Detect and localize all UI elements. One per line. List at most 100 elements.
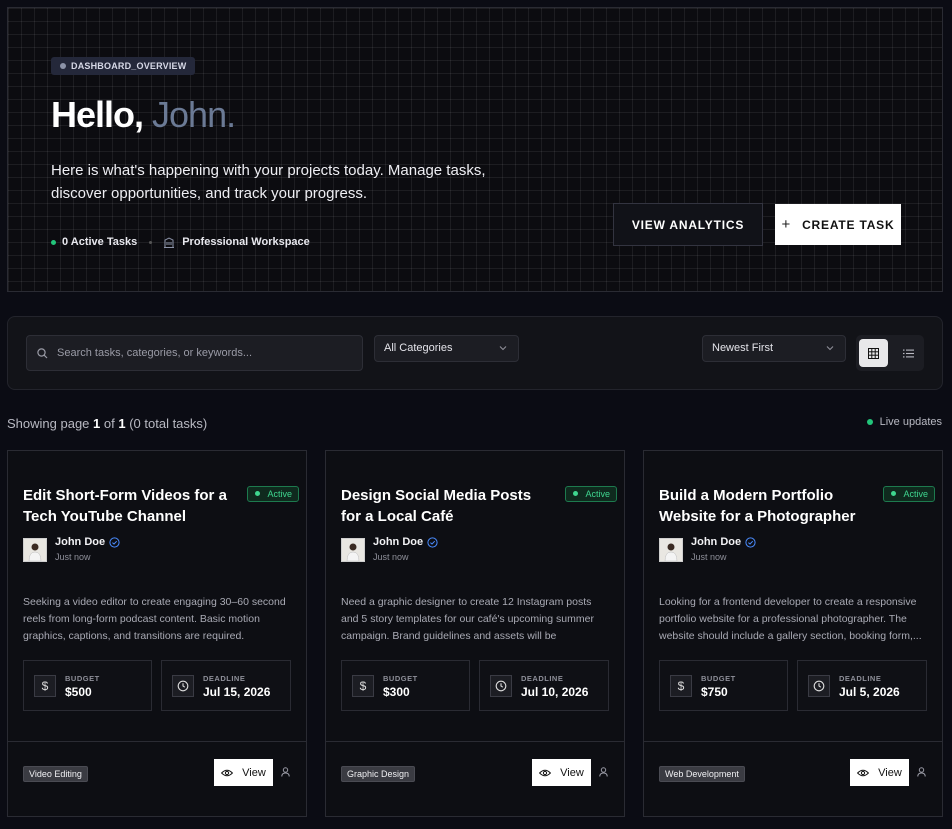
live-dot-icon: [866, 419, 873, 425]
showing-prefix: Showing page: [7, 416, 90, 431]
search-input[interactable]: [57, 336, 357, 370]
card-divider: [8, 741, 306, 742]
deadline-label: DEADLINE: [521, 674, 564, 683]
user-icon[interactable]: [917, 767, 926, 777]
task-title[interactable]: Edit Short-Form Videos for a Tech YouTub…: [23, 485, 233, 527]
task-card: Edit Short-Form Videos for a Tech YouTub…: [7, 450, 307, 817]
current-page: 1: [93, 416, 101, 431]
pagination-summary: Showing page 1 of 1 (0 total tasks): [7, 416, 207, 431]
status-dot-icon: [573, 491, 579, 496]
category-select[interactable]: All Categories: [374, 335, 519, 362]
view-label: View: [560, 766, 584, 779]
category-tag[interactable]: Graphic Design: [341, 766, 416, 782]
chevron-down-icon: [499, 346, 507, 351]
eye-icon: [539, 769, 552, 776]
live-updates-label: Live updates: [879, 416, 942, 428]
budget-label: BUDGET: [701, 674, 736, 683]
search-box[interactable]: [26, 335, 363, 371]
status-badge: Active: [565, 486, 617, 502]
view-task-button[interactable]: View: [532, 759, 591, 786]
dollar-icon: $: [352, 675, 374, 697]
hero-banner: DASHBOARD_OVERVIEW Hello, John. Here is …: [7, 7, 943, 292]
greeting-text: Hello,: [51, 94, 144, 135]
view-analytics-label: VIEW ANALYTICS: [631, 217, 745, 232]
grid-view-button[interactable]: [859, 339, 888, 367]
task-title[interactable]: Build a Modern Portfolio Website for a P…: [659, 485, 869, 527]
author-name[interactable]: John Doe: [691, 536, 756, 548]
dollar-icon: $: [34, 675, 56, 697]
page-of-label: of: [103, 416, 115, 431]
verified-icon: [745, 536, 756, 548]
avatar: [341, 538, 365, 562]
avatar: [23, 538, 47, 562]
status-dot-icon: [891, 491, 897, 496]
create-task-label: CREATE TASK: [802, 217, 895, 232]
view-task-button[interactable]: View: [214, 759, 273, 786]
deadline-value: Jul 5, 2026: [839, 685, 900, 699]
task-title[interactable]: Design Social Media Posts for a Local Ca…: [341, 485, 551, 527]
create-task-button[interactable]: + CREATE TASK: [775, 204, 901, 245]
view-label: View: [242, 766, 266, 779]
posted-time: Just now: [691, 552, 727, 562]
list-icon: [902, 349, 914, 357]
budget-value: $300: [383, 685, 410, 699]
workspace-label: Professional Workspace: [182, 236, 310, 248]
status-badge: Active: [247, 486, 299, 502]
sort-select-value: Newest First: [712, 342, 774, 354]
view-toggle: [856, 335, 924, 371]
view-task-button[interactable]: View: [850, 759, 909, 786]
budget-value: $750: [701, 685, 728, 699]
deadline-box: DEADLINE Jul 15, 2026: [161, 660, 291, 711]
verified-icon: [427, 536, 438, 548]
posted-time: Just now: [55, 552, 91, 562]
task-description: Looking for a frontend developer to crea…: [659, 596, 922, 642]
budget-label: BUDGET: [65, 674, 100, 683]
status-badge: Active: [883, 486, 935, 502]
deadline-value: Jul 15, 2026: [203, 685, 271, 699]
hero-description: Here is what's happening with your proje…: [51, 162, 486, 202]
status-label: Active: [903, 489, 928, 499]
deadline-label: DEADLINE: [839, 674, 882, 683]
badge-label: DASHBOARD_OVERVIEW: [71, 61, 187, 71]
task-card: Design Social Media Posts for a Local Ca…: [325, 450, 625, 817]
task-card: Build a Modern Portfolio Website for a P…: [643, 450, 943, 817]
budget-value: $500: [65, 685, 92, 699]
building-icon: [164, 236, 175, 248]
active-tasks-count: 0 Active Tasks: [62, 236, 138, 248]
category-tag[interactable]: Video Editing: [23, 766, 88, 782]
budget-box: $ BUDGET $500: [23, 660, 152, 711]
chevron-down-icon: [826, 346, 834, 351]
view-label: View: [878, 766, 902, 779]
budget-box: $ BUDGET $750: [659, 660, 788, 711]
deadline-label: DEADLINE: [203, 674, 246, 683]
user-photo-icon: [28, 543, 42, 562]
card-divider: [644, 741, 942, 742]
author-name[interactable]: John Doe: [373, 536, 438, 548]
total-pages: 1: [118, 416, 126, 431]
user-icon[interactable]: [281, 767, 290, 777]
clock-icon: [808, 675, 830, 697]
verified-icon: [109, 536, 120, 548]
grid-icon: [868, 347, 879, 359]
card-divider: [326, 741, 624, 742]
hero-meta: 0 Active Tasks Professional Workspace: [51, 235, 310, 249]
deadline-value: Jul 10, 2026: [521, 685, 589, 699]
author-name-text: John Doe: [373, 536, 424, 548]
clock-icon: [172, 675, 194, 697]
status-label: Active: [585, 489, 610, 499]
status-label: Active: [267, 489, 292, 499]
view-analytics-button[interactable]: VIEW ANALYTICS: [613, 203, 763, 246]
meta-separator: [149, 240, 153, 244]
sort-select[interactable]: Newest First: [702, 335, 846, 362]
filter-bar: All Categories Newest First: [7, 316, 943, 390]
avatar: [659, 538, 683, 562]
author-name[interactable]: John Doe: [55, 536, 120, 548]
clock-icon: [490, 675, 512, 697]
plus-icon: +: [781, 216, 792, 233]
category-tag[interactable]: Web Development: [659, 766, 745, 782]
author-name-text: John Doe: [55, 536, 106, 548]
author-name-text: John Doe: [691, 536, 742, 548]
list-view-button[interactable]: [895, 339, 921, 367]
category-select-value: All Categories: [384, 342, 453, 354]
user-icon[interactable]: [599, 767, 608, 777]
